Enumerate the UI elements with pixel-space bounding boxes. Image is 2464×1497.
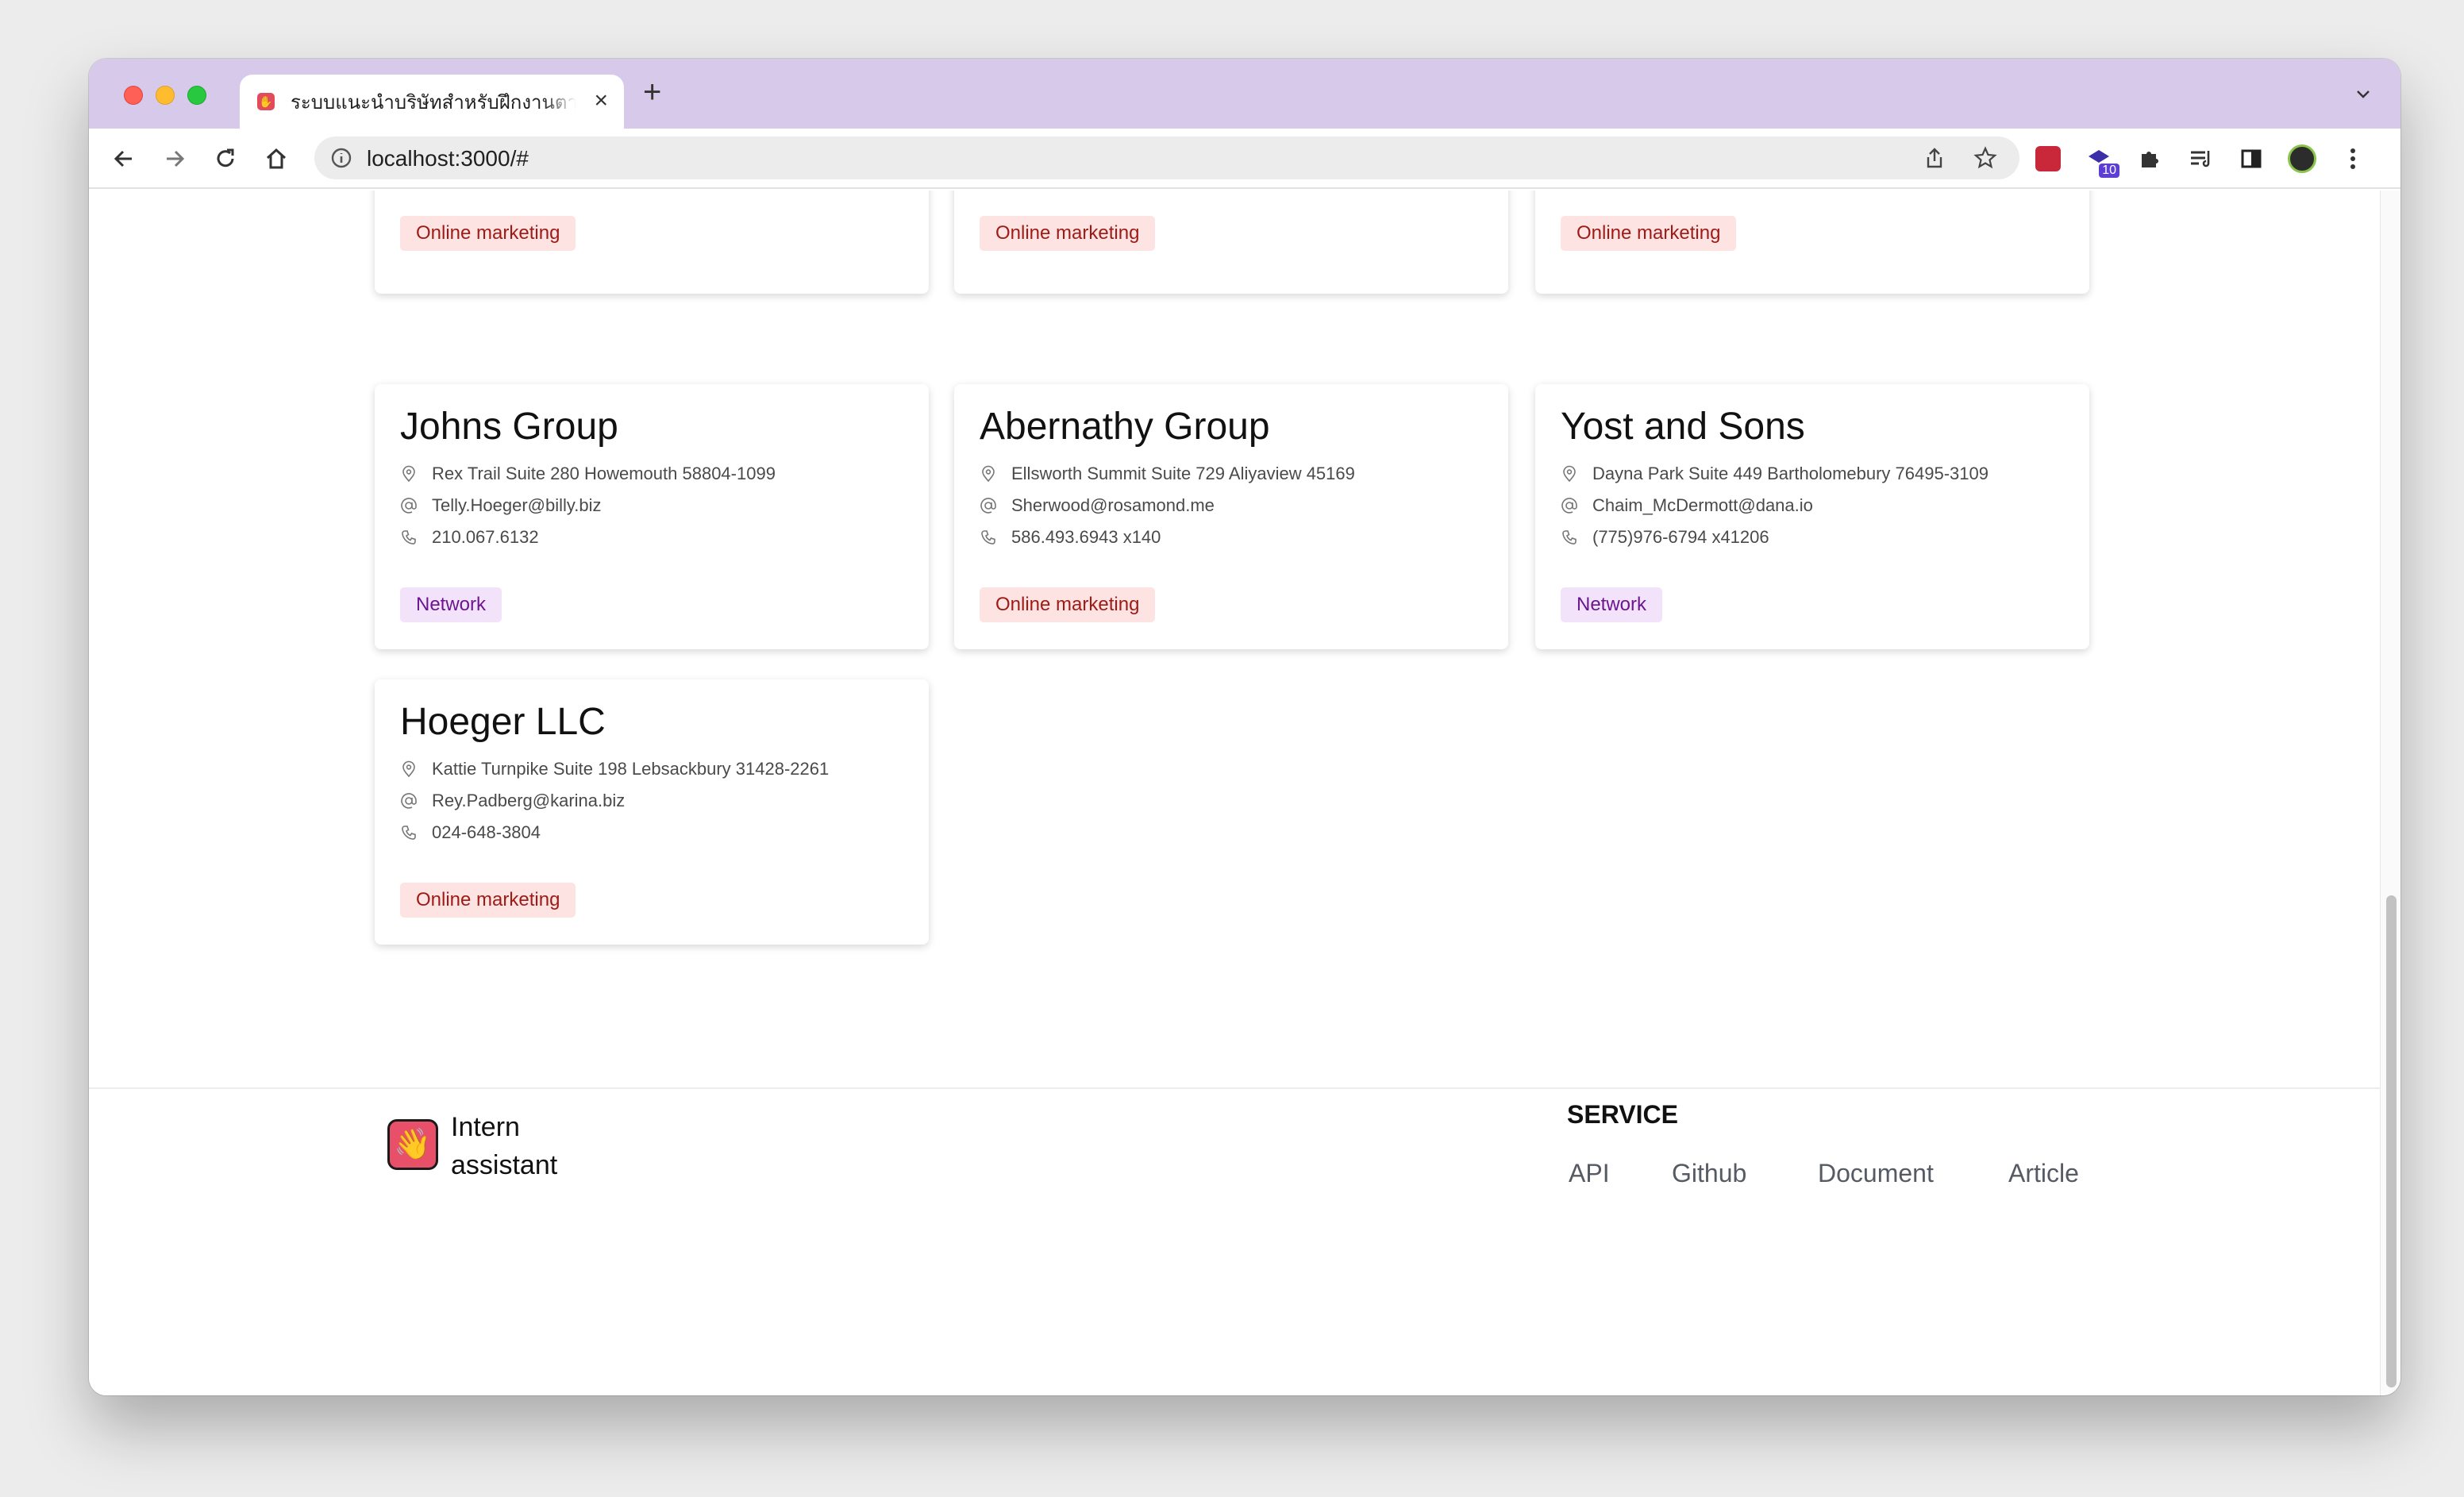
site-info-icon[interactable] (330, 147, 352, 169)
address-text: Kattie Turnpike Suite 198 Lebsackbury 31… (432, 759, 830, 779)
category-tag: Online marketing (1561, 216, 1737, 251)
company-card-yost-and-sons[interactable]: Yost and Sons Dayna Park Suite 449 Barth… (1535, 384, 2089, 649)
company-name[interactable]: Hoeger LLC (400, 700, 606, 744)
company-name[interactable]: Abernathy Group (980, 405, 1270, 448)
tab-search-chevron-icon[interactable] (2354, 83, 2372, 108)
phone-icon (402, 530, 416, 545)
footer-link-document[interactable]: Document (1818, 1159, 1934, 1188)
page-scrollbar[interactable] (2380, 190, 2400, 1395)
company-email: Chaim_McDermott@dana.io (1561, 494, 1813, 518)
waving-hand-icon[interactable]: 👋 (387, 1119, 438, 1170)
phone-icon (402, 825, 416, 840)
extension-red-icon[interactable] (2031, 141, 2066, 176)
location-pin-icon (982, 465, 995, 483)
footer-link-api[interactable]: API (1569, 1159, 1610, 1188)
browser-toolbar: localhost:3000/# 10 (89, 129, 2400, 189)
reading-list-icon[interactable] (2183, 141, 2218, 176)
phone-text: 024-648-3804 (432, 822, 541, 842)
address-text: Rex Trail Suite 280 Howemouth 58804-1099 (432, 464, 776, 483)
company-name[interactable]: Yost and Sons (1561, 405, 1805, 448)
new-tab-button[interactable]: + (643, 76, 661, 108)
at-sign-icon (980, 498, 996, 514)
browser-tab-active[interactable]: ✋ ระบบแนะนำบริษัทสำหรับฝึกงานตามความสนใจ… (240, 75, 624, 129)
logo-line-1: Intern (451, 1112, 520, 1142)
email-text: Telly.Hoeger@billy.biz (432, 495, 602, 515)
company-email: Sherwood@rosamond.me (980, 494, 1215, 518)
company-phone: 210.067.6132 (400, 525, 539, 549)
footer-link-github[interactable]: Github (1672, 1159, 1746, 1188)
phone-icon (1562, 530, 1577, 545)
company-email: Rey.Padberg@karina.biz (400, 789, 625, 813)
tab-favicon-icon: ✋ (257, 93, 275, 110)
bookmark-star-icon[interactable] (1973, 146, 1997, 170)
tab-close-icon[interactable]: × (594, 89, 608, 113)
company-address: Rex Trail Suite 280 Howemouth 58804-1099 (400, 462, 776, 486)
category-tag: Online marketing (980, 587, 1156, 622)
company-phone: (775)976-6794 x41206 (1561, 525, 1769, 549)
reload-icon[interactable] (208, 141, 243, 176)
zoom-window-button[interactable] (187, 86, 206, 105)
company-card-hoeger-llc[interactable]: Hoeger LLC Kattie Turnpike Suite 198 Leb… (375, 679, 929, 945)
category-tag: Online marketing (980, 216, 1156, 251)
company-phone: 024-648-3804 (400, 821, 541, 845)
address-text: Ellsworth Summit Suite 729 Aliyaview 451… (1011, 464, 1355, 483)
scrollbar-thumb[interactable] (2386, 895, 2397, 1387)
address-bar[interactable]: localhost:3000/# (314, 137, 2019, 179)
service-heading: SERVICE (1567, 1100, 1678, 1129)
logo-line-2: assistant (451, 1150, 558, 1180)
category-tag: Online marketing (400, 883, 576, 918)
home-icon[interactable] (259, 141, 294, 176)
browser-menu-icon[interactable] (2335, 141, 2370, 176)
company-card-johns-group[interactable]: Johns Group Rex Trail Suite 280 Howemout… (375, 384, 929, 649)
footer-logo-text[interactable]: Intern assistant (451, 1108, 594, 1184)
page-viewport: Online marketing Online marketing Online… (89, 190, 2380, 1395)
company-card[interactable]: Online marketing (375, 190, 929, 294)
location-pin-icon (402, 465, 415, 483)
phone-text: 210.067.6132 (432, 527, 539, 547)
company-email: Telly.Hoeger@billy.biz (400, 494, 601, 518)
extension-badge-icon[interactable]: 10 (2081, 141, 2119, 178)
email-text: Rey.Padberg@karina.biz (432, 791, 626, 810)
category-tag: Online marketing (400, 216, 576, 251)
location-pin-icon (1563, 465, 1576, 483)
forward-arrow-icon[interactable] (157, 141, 192, 176)
company-address: Ellsworth Summit Suite 729 Aliyaview 451… (980, 462, 1355, 486)
url-text[interactable]: localhost:3000/# (367, 146, 529, 171)
phone-text: (775)976-6794 x41206 (1592, 527, 1769, 547)
category-tag: Network (1561, 587, 1663, 622)
company-address: Dayna Park Suite 449 Bartholomebury 7649… (1561, 462, 1989, 486)
profile-avatar-icon[interactable] (2285, 141, 2320, 176)
extensions-puzzle-icon[interactable] (2132, 141, 2167, 176)
footer-link-article[interactable]: Article (2008, 1159, 2079, 1188)
company-name[interactable]: Johns Group (400, 405, 618, 448)
share-icon[interactable] (1923, 146, 1946, 170)
company-address: Kattie Turnpike Suite 198 Lebsackbury 31… (400, 757, 829, 781)
company-phone: 586.493.6943 x140 (980, 525, 1161, 549)
close-window-button[interactable] (124, 86, 143, 105)
email-text: Chaim_McDermott@dana.io (1592, 495, 1813, 515)
company-card-abernathy-group[interactable]: Abernathy Group Ellsworth Summit Suite 7… (954, 384, 1508, 649)
location-pin-icon (402, 760, 415, 778)
company-card[interactable]: Online marketing (1535, 190, 2089, 294)
phone-icon (981, 530, 995, 545)
back-arrow-icon[interactable] (106, 141, 141, 176)
at-sign-icon (401, 498, 417, 514)
email-text: Sherwood@rosamond.me (1011, 495, 1215, 515)
phone-text: 586.493.6943 x140 (1011, 527, 1161, 547)
tab-title: ระบบแนะนำบริษัทสำหรับฝึกงานตามความสนใจ (291, 91, 576, 114)
address-text: Dayna Park Suite 449 Bartholomebury 7649… (1592, 464, 1989, 483)
minimize-window-button[interactable] (156, 86, 175, 105)
at-sign-icon (1561, 498, 1577, 514)
extension-badge-count: 10 (2099, 164, 2119, 178)
category-tag: Network (400, 587, 502, 622)
footer-divider (89, 1087, 2380, 1089)
side-panel-icon[interactable] (2234, 141, 2269, 176)
company-card[interactable]: Online marketing (954, 190, 1508, 294)
at-sign-icon (401, 793, 417, 809)
tab-strip: ✋ ระบบแนะนำบริษัทสำหรับฝึกงานตามความสนใจ… (89, 59, 2400, 129)
browser-window: ✋ ระบบแนะนำบริษัทสำหรับฝึกงานตามความสนใจ… (89, 59, 2400, 1395)
